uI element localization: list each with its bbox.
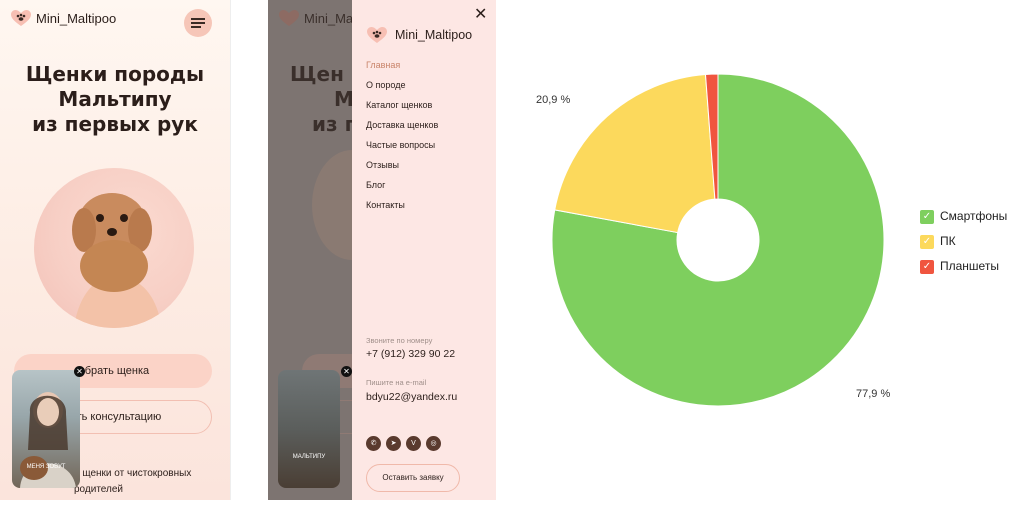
menu-hamburger-icon[interactable]	[184, 9, 212, 37]
video-widget[interactable]: МЕНЯ ЗОВУТ	[12, 370, 80, 488]
nav-item-home[interactable]: Главная	[366, 60, 438, 80]
data-label: 77,9 %	[856, 388, 890, 400]
header: Mini_Maltipoo	[0, 0, 230, 40]
close-icon[interactable]: ✕	[341, 366, 352, 377]
slice-1[interactable]	[554, 73, 716, 234]
close-icon[interactable]: ✕	[74, 366, 85, 377]
hero-subtext: е щенки от чистокровных родителей	[74, 466, 224, 498]
nav-item-about-breed[interactable]: О породе	[366, 80, 438, 100]
paw-heart-logo-icon[interactable]	[10, 9, 32, 27]
paw-heart-logo-icon	[279, 10, 299, 26]
hero-title: Щенки породы Мальтипу из первых рук	[0, 62, 230, 137]
hero-title-line: Щенки породы	[25, 62, 205, 86]
dimmed-background[interactable]: Mini_Maltipoo Щен М из п МАЛЬТИПУ ✕	[268, 0, 352, 500]
nav-item-contacts[interactable]: Контакты	[366, 200, 438, 220]
device-share-chart: 20,9 % 77,9 % ✓ Смартфоны ✓ ПК ✓ Планшет…	[500, 0, 1023, 500]
hero-title-line: Мальтипу	[58, 87, 172, 111]
brand-name: Mini_Maltipoo	[304, 11, 352, 26]
mobile-menu-screen: Mini_Maltipoo Щен М из п МАЛЬТИПУ ✕ ✕ Mi…	[268, 0, 496, 500]
email-label: Пишите на e-mail	[366, 378, 427, 387]
nav-item-blog[interactable]: Блог	[366, 180, 438, 200]
hero-subtext-line: родителей	[74, 484, 124, 495]
legend-label: ПК	[940, 234, 956, 248]
whatsapp-icon[interactable]: ✆	[366, 436, 381, 451]
donut-chart: 20,9 % 77,9 %	[536, 73, 890, 407]
data-label: 20,9 %	[536, 94, 570, 106]
instagram-icon[interactable]: ◎	[426, 436, 441, 451]
paw-heart-logo-icon[interactable]	[366, 25, 388, 45]
phone-link[interactable]: +7 (912) 329 90 22	[366, 348, 455, 360]
legend-label: Планшеты	[940, 259, 999, 273]
hero-subtext-line: е щенки от чистокровных	[74, 468, 192, 479]
vk-icon[interactable]: V	[406, 436, 421, 451]
hero-title-line: М	[334, 87, 352, 111]
nav-item-faq[interactable]: Частые вопросы	[366, 140, 438, 160]
leave-request-button[interactable]: Оставить заявку	[366, 464, 460, 492]
nav-item-delivery[interactable]: Доставка щенков	[366, 120, 438, 140]
hero-title-line: Щен	[290, 62, 344, 86]
checkbox-checked-icon: ✓	[920, 235, 934, 249]
nav-drawer: ✕ Mini_Maltipoo Главная О породе Каталог…	[352, 0, 496, 500]
hero-title: Щен М из п	[290, 62, 352, 137]
puppy-photo	[312, 150, 352, 260]
email-link[interactable]: bdyu22@yandex.ru	[366, 391, 457, 403]
nav-item-reviews[interactable]: Отзывы	[366, 160, 438, 180]
phone-label: Звоните по номеру	[366, 336, 433, 345]
mobile-home-screen: Mini_Maltipoo Щенки породы Мальтипу из п…	[0, 0, 231, 500]
close-icon[interactable]: ✕	[474, 7, 487, 23]
telegram-icon[interactable]: ➤	[386, 436, 401, 451]
nav-item-catalog[interactable]: Каталог щенков	[366, 100, 438, 120]
social-links: ✆ ➤ V ◎	[366, 432, 446, 451]
checkbox-checked-icon: ✓	[920, 260, 934, 274]
hero-title-line: из п	[312, 112, 352, 136]
nav-menu: Главная О породе Каталог щенков Доставка…	[366, 60, 438, 220]
video-caption: МАЛЬТИПУ	[292, 454, 326, 460]
video-widget[interactable]: МАЛЬТИПУ	[278, 370, 340, 488]
hero-title-line: из первых рук	[32, 112, 198, 136]
puppy-photo	[34, 168, 194, 328]
checkbox-checked-icon: ✓	[920, 210, 934, 224]
legend-label: Смартфоны	[940, 209, 1008, 223]
brand-name[interactable]: Mini_Maltipoo	[36, 11, 116, 26]
brand-name[interactable]: Mini_Maltipoo	[395, 28, 472, 42]
video-caption: МЕНЯ ЗОВУТ	[26, 464, 66, 470]
